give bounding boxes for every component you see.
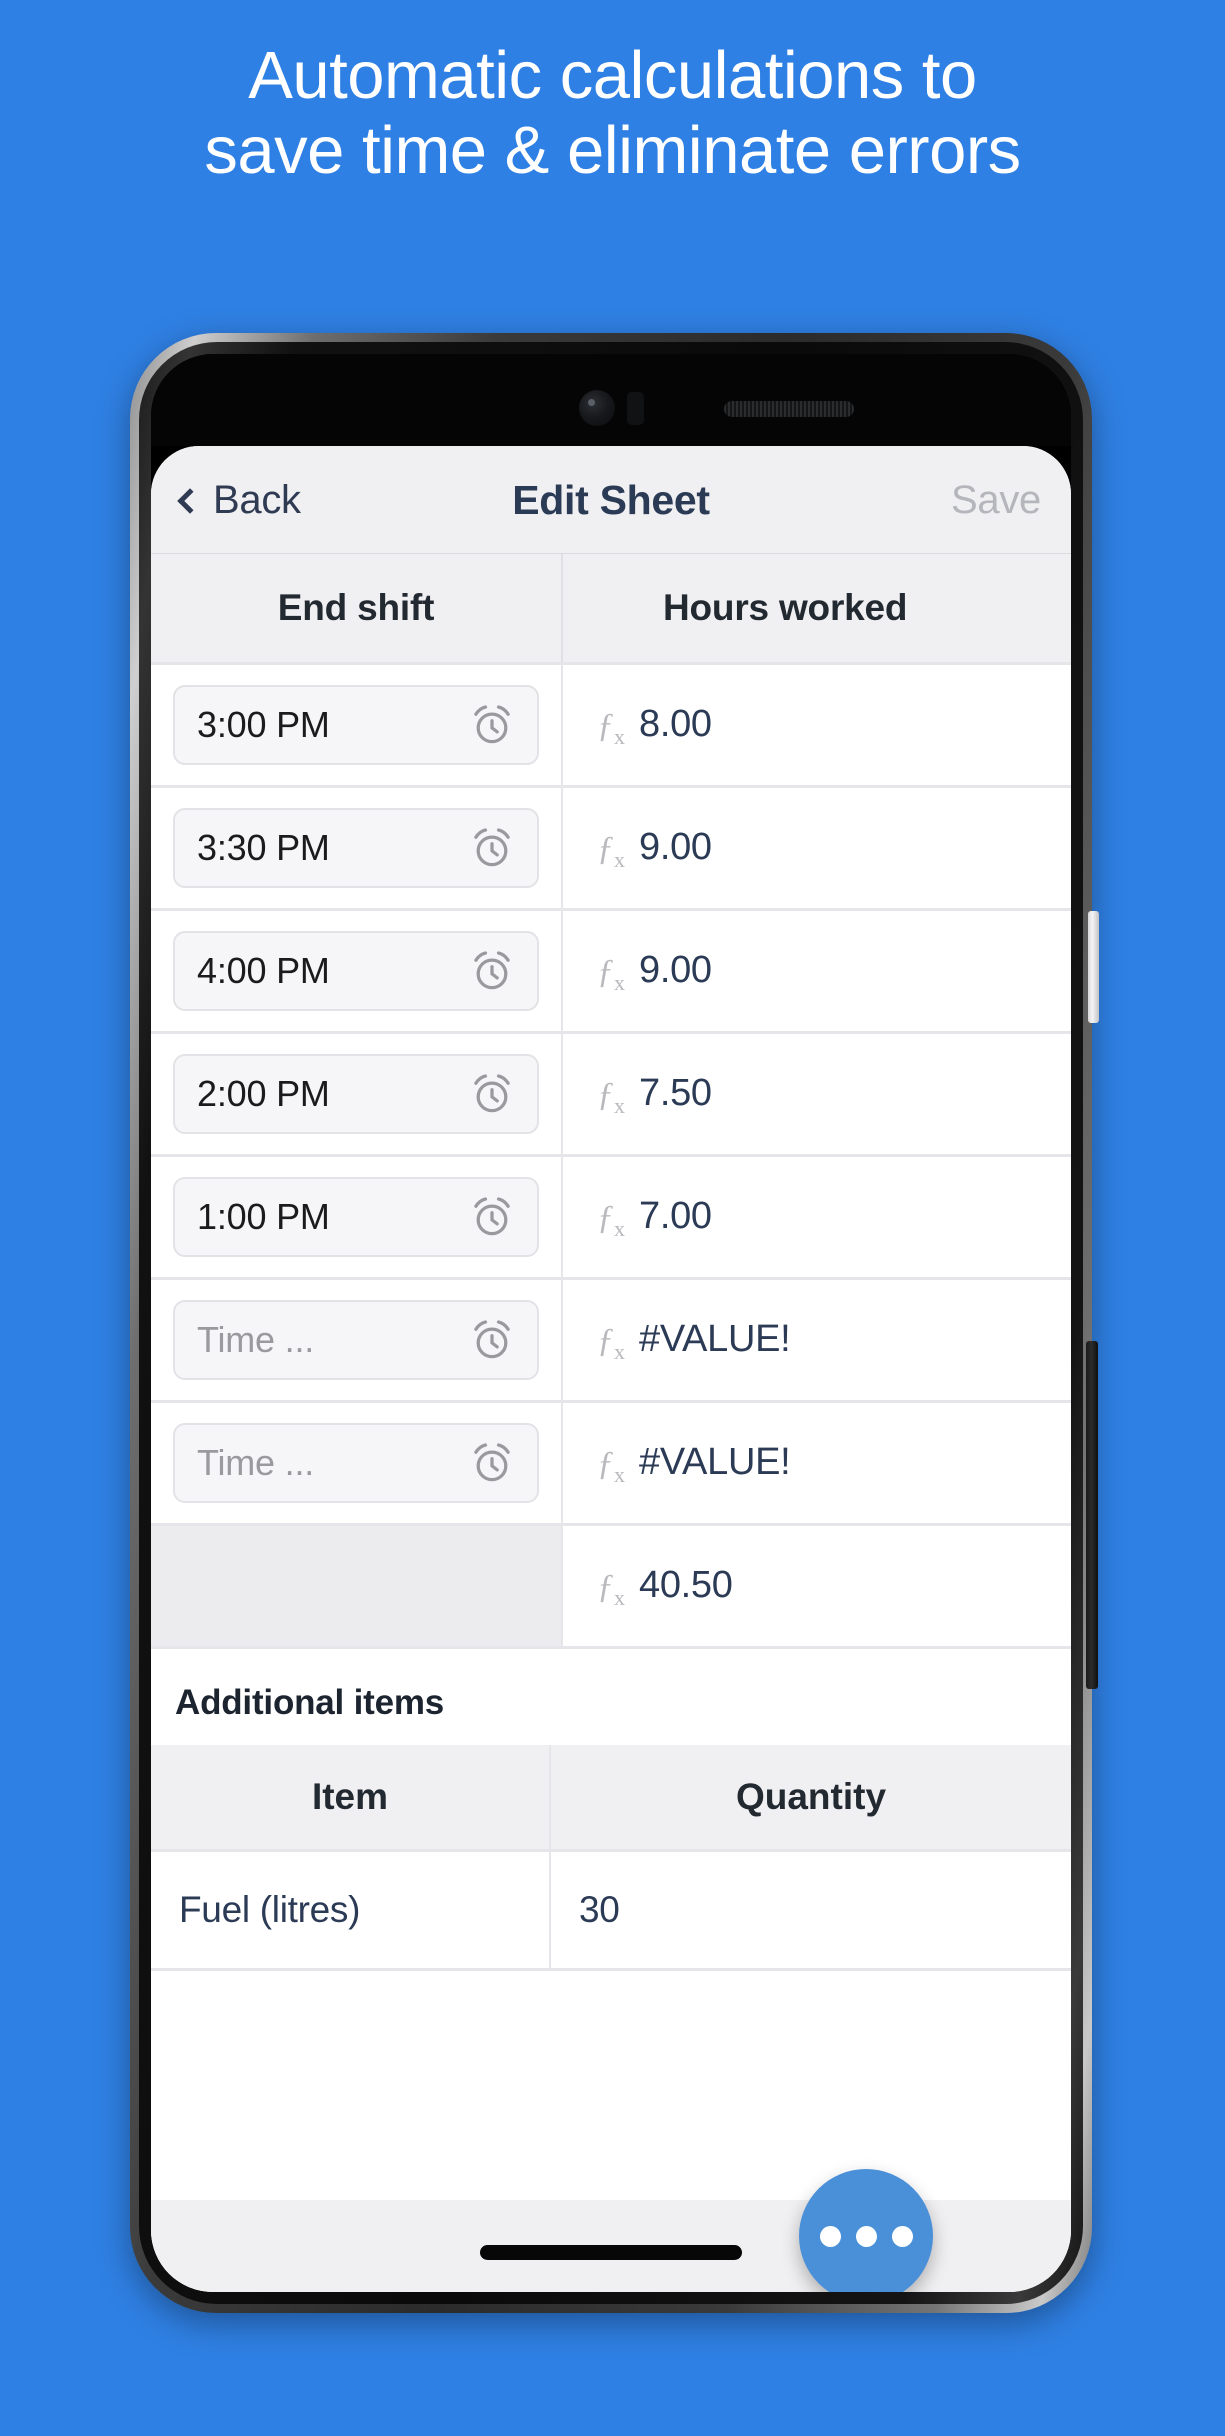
formula-icon: ƒx (597, 1198, 625, 1241)
hours-value: #VALUE! (639, 1440, 791, 1483)
total-hours-value: 40.50 (639, 1563, 733, 1606)
front-camera-icon (579, 390, 615, 426)
table-row: Time ... ƒx #VALUE! (151, 1280, 1071, 1403)
alarm-clock-icon (474, 828, 510, 867)
cell-hours-worked[interactable]: ƒx 9.00 (563, 788, 1071, 908)
time-value: 4:00 PM (197, 950, 330, 991)
ellipsis-dot-icon (819, 2225, 841, 2247)
time-input[interactable]: 3:00 PM (173, 685, 539, 765)
time-value: 2:00 PM (197, 1073, 330, 1114)
time-value: 1:00 PM (197, 1196, 330, 1237)
home-indicator-bar[interactable] (480, 2244, 742, 2260)
headline-line-1: Automatic calculations to (248, 38, 977, 113)
ellipsis-dot-icon (891, 2225, 913, 2247)
headline-line-2: save time & eliminate errors (204, 113, 1021, 188)
cell-hours-worked[interactable]: ƒx 8.00 (563, 665, 1071, 785)
additional-items-title: Additional items (151, 1649, 1071, 1745)
alarm-clock-icon (474, 1443, 510, 1482)
cell-total-spacer (151, 1526, 563, 1646)
cell-hours-worked[interactable]: ƒx #VALUE! (563, 1280, 1071, 1400)
formula-icon: ƒx (597, 952, 625, 995)
cell-total-hours[interactable]: ƒx 40.50 (563, 1526, 1071, 1646)
time-value: 3:00 PM (197, 704, 330, 745)
earpiece-speaker-icon (724, 401, 854, 417)
cell-hours-worked[interactable]: ƒx 7.50 (563, 1034, 1071, 1154)
formula-icon: ƒx (597, 1567, 625, 1610)
column-header-end-shift[interactable]: End shift (151, 554, 563, 662)
time-input[interactable]: 1:00 PM (173, 1177, 539, 1257)
sheet-content: End shift Hours worked 3:00 PM ƒx 8.00 3… (151, 554, 1071, 2292)
time-placeholder: Time ... (197, 1442, 315, 1483)
column-header-hours-worked[interactable]: Hours worked (563, 554, 1071, 662)
table-row: 3:00 PM ƒx 8.00 (151, 665, 1071, 788)
promo-headline: Automatic calculations to save time & el… (0, 38, 1225, 188)
phone-mockup: Back Edit Sheet Save End shift Hours wor… (130, 333, 1099, 2313)
cell-end-shift: 1:00 PM (151, 1157, 563, 1277)
table-row: Fuel (litres) 30 (151, 1852, 1071, 1971)
volume-rocker-button[interactable] (1086, 1341, 1098, 1689)
additional-items-table: Item Quantity Fuel (litres) 30 (151, 1745, 1071, 1971)
formula-icon: ƒx (597, 1075, 625, 1118)
timesheet-table: End shift Hours worked 3:00 PM ƒx 8.00 3… (151, 554, 1071, 1649)
time-value: 3:30 PM (197, 827, 330, 868)
time-input[interactable]: 2:00 PM (173, 1054, 539, 1134)
table-row: 1:00 PM ƒx 7.00 (151, 1157, 1071, 1280)
cell-end-shift: Time ... (151, 1280, 563, 1400)
hours-value: #VALUE! (639, 1317, 791, 1360)
power-button[interactable] (1088, 911, 1099, 1023)
time-input[interactable]: 3:30 PM (173, 808, 539, 888)
formula-icon: ƒx (597, 829, 625, 872)
table-row: 2:00 PM ƒx 7.50 (151, 1034, 1071, 1157)
alarm-clock-icon (474, 1074, 510, 1113)
phone-screen: Back Edit Sheet Save End shift Hours wor… (151, 354, 1071, 2292)
formula-icon: ƒx (597, 1444, 625, 1487)
sheet-bottom-padding (151, 1971, 1071, 2011)
cell-end-shift: Time ... (151, 1403, 563, 1523)
table-row: Time ... ƒx #VALUE! (151, 1403, 1071, 1526)
alarm-clock-icon (474, 1320, 510, 1359)
save-button[interactable]: Save (951, 446, 1041, 554)
column-header-quantity[interactable]: Quantity (551, 1745, 1071, 1849)
page-title: Edit Sheet (512, 476, 710, 523)
hours-value: 8.00 (639, 702, 712, 745)
alarm-clock-icon (474, 1197, 510, 1236)
alarm-clock-icon (474, 705, 510, 744)
timesheet-total-row: ƒx 40.50 (151, 1526, 1071, 1649)
cell-end-shift: 3:00 PM (151, 665, 563, 785)
column-header-item[interactable]: Item (151, 1745, 551, 1849)
formula-icon: ƒx (597, 706, 625, 749)
table-row: 3:30 PM ƒx 9.00 (151, 788, 1071, 911)
app-navbar: Back Edit Sheet Save (151, 446, 1071, 554)
app-viewport: Back Edit Sheet Save End shift Hours wor… (151, 446, 1071, 2292)
more-options-fab-button[interactable] (799, 2169, 933, 2292)
additional-items-header-row: Item Quantity (151, 1745, 1071, 1852)
hours-value: 7.00 (639, 1194, 712, 1237)
cell-item[interactable]: Fuel (litres) (151, 1852, 551, 1968)
time-input[interactable]: 4:00 PM (173, 931, 539, 1011)
hours-value: 9.00 (639, 825, 712, 868)
cell-end-shift: 4:00 PM (151, 911, 563, 1031)
cell-hours-worked[interactable]: ƒx #VALUE! (563, 1403, 1071, 1523)
alarm-clock-icon (474, 951, 510, 990)
ellipsis-dot-icon (855, 2225, 877, 2247)
quantity-value: 30 (579, 1889, 620, 1930)
cell-end-shift: 3:30 PM (151, 788, 563, 908)
phone-top-bezel (151, 354, 1071, 446)
item-value: Fuel (litres) (179, 1889, 361, 1930)
cell-hours-worked[interactable]: ƒx 7.00 (563, 1157, 1071, 1277)
cell-quantity[interactable]: 30 (551, 1852, 1071, 1968)
time-input[interactable]: Time ... (173, 1300, 539, 1380)
timesheet-header-row: End shift Hours worked (151, 554, 1071, 665)
table-row: 4:00 PM ƒx 9.00 (151, 911, 1071, 1034)
cell-end-shift: 2:00 PM (151, 1034, 563, 1154)
formula-icon: ƒx (597, 1321, 625, 1364)
proximity-sensor-icon (627, 392, 644, 425)
time-input[interactable]: Time ... (173, 1423, 539, 1503)
cell-hours-worked[interactable]: ƒx 9.00 (563, 911, 1071, 1031)
time-placeholder: Time ... (197, 1319, 315, 1360)
hours-value: 7.50 (639, 1071, 712, 1114)
home-indicator-area (151, 2200, 1071, 2292)
hours-value: 9.00 (639, 948, 712, 991)
